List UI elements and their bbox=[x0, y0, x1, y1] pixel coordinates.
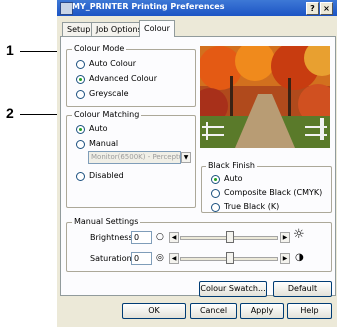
label-cm-disabled: Disabled bbox=[89, 171, 124, 180]
help-title-button[interactable]: ? bbox=[306, 2, 319, 15]
tab-colour[interactable]: Colour bbox=[139, 20, 175, 37]
callout-1: 1 bbox=[6, 42, 14, 58]
radio-bf-composite[interactable] bbox=[211, 189, 220, 198]
radio-bf-auto[interactable] bbox=[211, 175, 220, 184]
brightness-right-arrow[interactable]: ▶ bbox=[280, 232, 290, 243]
brightness-circle-icon: ○ bbox=[156, 232, 164, 242]
cancel-button[interactable]: Cancel bbox=[190, 303, 237, 319]
brightness-input[interactable]: 0 bbox=[131, 231, 152, 244]
colour-swatch-button[interactable]: Colour Swatch... bbox=[199, 281, 267, 297]
radio-greyscale[interactable] bbox=[76, 90, 85, 99]
brightness-left-arrow[interactable]: ◀ bbox=[169, 232, 179, 243]
radio-cm-auto[interactable] bbox=[76, 125, 85, 134]
label-advanced-colour: Advanced Colour bbox=[89, 74, 158, 83]
chevron-down-icon[interactable]: ▼ bbox=[181, 152, 191, 163]
colour-preview-image bbox=[200, 46, 330, 148]
apply-button[interactable]: Apply bbox=[240, 303, 284, 319]
ok-button[interactable]: OK bbox=[122, 303, 186, 319]
window-title: MY_PRINTER Printing Preferences bbox=[72, 2, 225, 11]
radio-advanced-colour[interactable] bbox=[76, 75, 85, 84]
saturation-circle-icon: ◎ bbox=[156, 253, 164, 263]
radio-auto-colour[interactable] bbox=[76, 60, 85, 69]
callout-2: 2 bbox=[6, 105, 14, 121]
radio-cm-disabled[interactable] bbox=[76, 172, 85, 181]
brightness-label: Brightness: bbox=[90, 233, 136, 242]
radio-cm-manual[interactable] bbox=[76, 140, 85, 149]
saturation-label: Saturation: bbox=[90, 254, 135, 263]
autumn-road-picture bbox=[200, 46, 330, 148]
manual-profile-select[interactable]: Monitor(6500K) - Perceptual bbox=[88, 151, 181, 164]
half-circle-icon: ◑ bbox=[295, 252, 304, 263]
saturation-slider-thumb[interactable] bbox=[226, 252, 234, 264]
help-button[interactable]: Help bbox=[287, 303, 332, 319]
label-bf-true-black: True Black (K) bbox=[224, 202, 280, 211]
radio-bf-true-black[interactable] bbox=[211, 203, 220, 212]
label-bf-composite: Composite Black (CMYK) bbox=[224, 188, 323, 197]
black-finish-title: Black Finish bbox=[206, 161, 257, 170]
default-button[interactable]: Default bbox=[273, 281, 332, 297]
saturation-input[interactable]: 0 bbox=[131, 252, 152, 265]
label-greyscale: Greyscale bbox=[89, 89, 129, 98]
label-bf-auto: Auto bbox=[224, 174, 243, 183]
manual-settings-title: Manual Settings bbox=[72, 217, 141, 226]
brightness-slider-thumb[interactable] bbox=[226, 231, 234, 243]
sun-icon: ☼ bbox=[293, 227, 305, 242]
label-cm-manual: Manual bbox=[89, 139, 119, 148]
label-auto-colour: Auto Colour bbox=[89, 59, 137, 68]
close-button[interactable]: × bbox=[320, 2, 333, 15]
colour-mode-title: Colour Mode bbox=[72, 44, 127, 53]
colour-matching-title: Colour Matching bbox=[72, 110, 142, 119]
saturation-left-arrow[interactable]: ◀ bbox=[169, 253, 179, 264]
saturation-right-arrow[interactable]: ▶ bbox=[280, 253, 290, 264]
label-cm-auto: Auto bbox=[89, 124, 108, 133]
